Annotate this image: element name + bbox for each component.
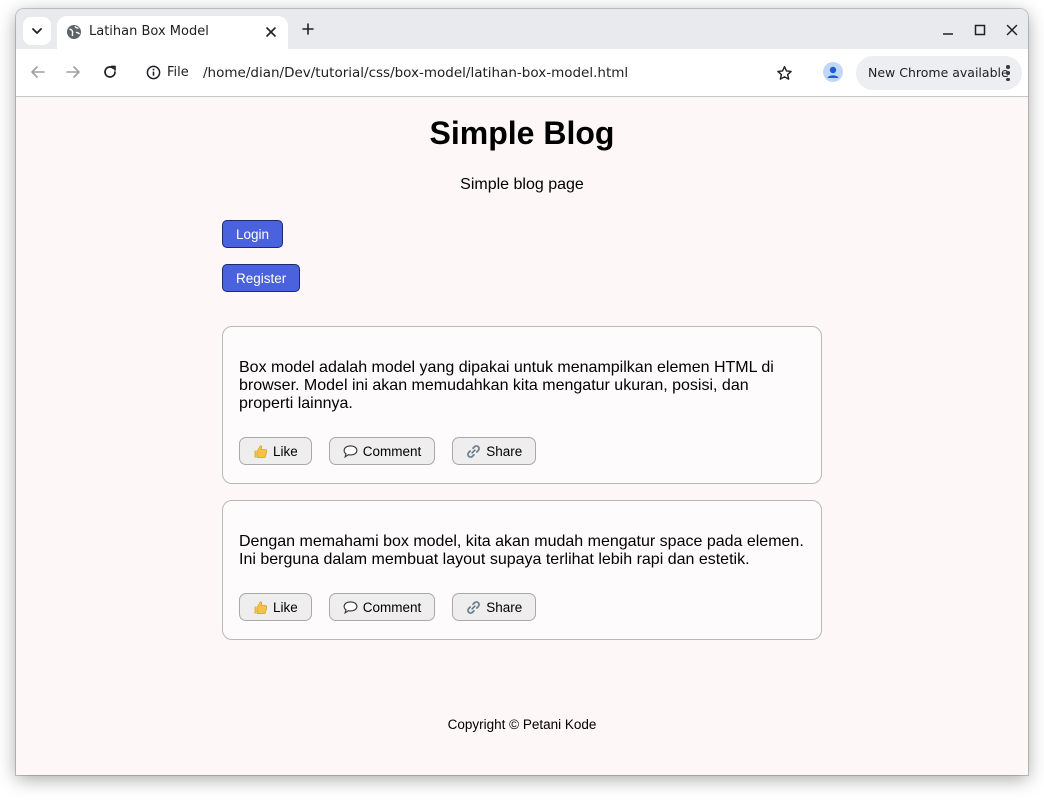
- close-window-button[interactable]: [1003, 21, 1021, 39]
- back-button[interactable]: [28, 62, 48, 82]
- browser-window: Latihan Box Model File /home/dian/Dev/tu…: [16, 9, 1028, 775]
- share-label: Share: [486, 443, 523, 459]
- close-icon: [266, 27, 276, 37]
- comment-button[interactable]: Comment: [328, 437, 436, 465]
- update-chip-label: New Chrome available: [868, 65, 1009, 80]
- globe-icon: [67, 25, 81, 39]
- share-button[interactable]: Share: [452, 593, 537, 621]
- speech-bubble-icon: [343, 444, 358, 459]
- update-chrome-chip[interactable]: New Chrome available: [856, 56, 1022, 90]
- new-tab-button[interactable]: [298, 19, 318, 39]
- post-actions: Like Comment Share: [239, 593, 537, 621]
- post-text: Dengan memahami box model, kita akan mud…: [239, 533, 804, 568]
- profile-avatar[interactable]: [823, 62, 843, 82]
- person-icon: [827, 66, 839, 78]
- site-info-button[interactable]: File: [146, 65, 189, 80]
- post-card: Box model adalah model yang dipakai untu…: [222, 326, 822, 484]
- like-button[interactable]: Like: [239, 593, 312, 621]
- plus-icon: [302, 23, 314, 35]
- tab-close-button[interactable]: [262, 23, 280, 41]
- arrow-left-icon: [31, 66, 45, 78]
- star-icon: [776, 65, 792, 80]
- like-button[interactable]: Like: [239, 437, 312, 465]
- address-bar[interactable]: File /home/dian/Dev/tutorial/css/box-mod…: [138, 55, 808, 90]
- comment-label: Comment: [362, 443, 422, 459]
- more-vert-icon[interactable]: [1006, 65, 1010, 81]
- browser-toolbar: File /home/dian/Dev/tutorial/css/box-mod…: [16, 49, 1028, 97]
- reload-button[interactable]: [100, 62, 120, 82]
- share-button[interactable]: Share: [452, 437, 537, 465]
- info-icon: [146, 65, 161, 80]
- page-viewport: Simple Blog Simple blog page Login Regis…: [16, 97, 1028, 775]
- speech-bubble-icon: [343, 600, 358, 615]
- comment-button[interactable]: Comment: [328, 593, 436, 621]
- footer-copyright: Copyright © Petani Kode: [447, 717, 597, 732]
- post-text: Box model adalah model yang dipakai untu…: [239, 359, 774, 412]
- thumbs-up-icon: [253, 444, 268, 459]
- post-actions: Like Comment Share: [239, 437, 537, 465]
- url-text[interactable]: /home/dian/Dev/tutorial/css/box-model/la…: [203, 65, 628, 81]
- thumbs-up-icon: [253, 600, 268, 615]
- share-label: Share: [486, 599, 523, 615]
- like-label: Like: [273, 599, 298, 615]
- maximize-button[interactable]: [971, 21, 989, 39]
- minimize-button[interactable]: [939, 21, 957, 39]
- link-icon: [466, 600, 481, 615]
- comment-label: Comment: [362, 599, 422, 615]
- chevron-down-icon: [32, 28, 42, 34]
- page-subtitle: Simple blog page: [460, 176, 584, 193]
- link-icon: [466, 444, 481, 459]
- register-button[interactable]: Register: [222, 264, 301, 292]
- minimize-icon: [943, 33, 953, 35]
- close-icon: [1006, 24, 1018, 36]
- post-card: Dengan memahami box model, kita akan mud…: [222, 500, 822, 640]
- page-title: Simple Blog: [429, 115, 615, 151]
- tab-active[interactable]: Latihan Box Model: [57, 16, 288, 49]
- bookmark-button[interactable]: [775, 64, 793, 82]
- tab-title: Latihan Box Model: [89, 24, 209, 39]
- like-label: Like: [273, 443, 298, 459]
- tab-strip: Latihan Box Model: [16, 9, 1028, 49]
- tab-search-button[interactable]: [23, 17, 51, 45]
- site-info-label: File: [167, 65, 189, 80]
- maximize-icon: [974, 24, 986, 36]
- login-button[interactable]: Login: [222, 220, 284, 248]
- arrow-right-icon: [66, 66, 80, 78]
- reload-icon: [104, 65, 116, 78]
- forward-button[interactable]: [63, 62, 83, 82]
